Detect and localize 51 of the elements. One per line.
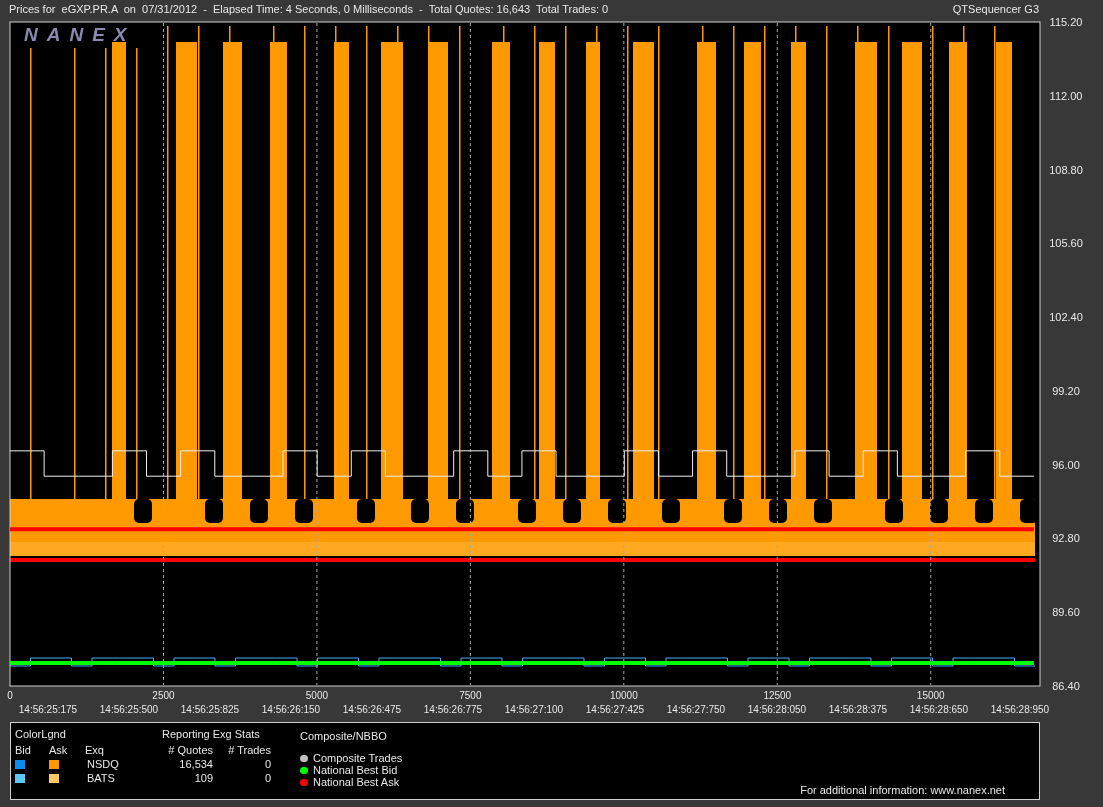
y-axis-label: 99.20 xyxy=(1052,384,1080,397)
footer-note: For additional information: www.nanex.net xyxy=(800,784,1005,796)
time-label: 14:56:28:650 xyxy=(909,704,969,715)
x-axis-label: 15000 xyxy=(916,690,945,701)
time-label: 14:56:25:825 xyxy=(180,704,240,715)
exchange-name: BATS xyxy=(86,772,116,784)
time-label: 14:56:27:425 xyxy=(585,704,645,715)
y-axis-label: 96.00 xyxy=(1052,458,1080,471)
column-header: Ask xyxy=(49,744,69,756)
column-header: # Quotes xyxy=(167,744,213,756)
stats-title: Reporting Exg Stats xyxy=(161,728,261,740)
y-axis-label: 115.20 xyxy=(1049,16,1083,28)
column-header: Exq xyxy=(85,744,105,756)
legend-label: National Best Ask xyxy=(313,776,400,788)
y-axis-label: 92.80 xyxy=(1052,532,1080,545)
legend-title: ColorLgnd xyxy=(15,728,67,740)
time-label: 14:56:26:150 xyxy=(261,704,321,715)
chart-logo: NANEX xyxy=(24,24,136,45)
y-axis-label: 86.40 xyxy=(1052,680,1080,692)
exchange-name: NSDQ xyxy=(86,758,120,770)
y-axis-label: 112.00 xyxy=(1049,89,1083,102)
x-axis-label: 0 xyxy=(7,690,13,701)
quote-count: 109 xyxy=(193,772,213,784)
trade-count: 0 xyxy=(263,772,271,784)
x-axis-label: 7500 xyxy=(459,690,482,701)
y-axis-label: 89.60 xyxy=(1052,606,1080,619)
quote-count: 16,534 xyxy=(178,758,213,770)
x-axis-label: 2500 xyxy=(152,690,175,701)
trade-count: 0 xyxy=(263,758,271,770)
chart-title: Prices for eGXP.PR.A on 07/31/2012 - Elapsed Time: 4 Seconds, 0 Milliseconds - Total Quotes: 16,643 Total Trades: 0 xyxy=(9,3,609,16)
time-label: 14:56:26:475 xyxy=(342,704,402,715)
x-axis-label: 10000 xyxy=(609,690,638,701)
time-label: 14:56:25:500 xyxy=(99,704,159,715)
legend-label: Composite Trades xyxy=(313,752,403,764)
y-axis-label: 102.40 xyxy=(1049,311,1083,324)
time-label: 14:56:28:950 xyxy=(990,704,1050,715)
time-label: 14:56:27:100 xyxy=(504,704,564,715)
x-axis-label: 5000 xyxy=(305,690,329,701)
time-label: 14:56:28:050 xyxy=(747,704,807,715)
time-label: 14:56:26:775 xyxy=(423,704,483,715)
y-axis-label: 108.80 xyxy=(1049,163,1083,176)
time-label: 14:56:25:175 xyxy=(18,704,78,715)
x-axis-label: 12500 xyxy=(763,690,792,701)
column-header: Bid xyxy=(15,744,32,756)
legend-label: National Best Bid xyxy=(313,764,398,776)
time-label: 14:56:27:750 xyxy=(666,704,726,715)
app-name: QTSequencer G3 xyxy=(952,3,1039,16)
column-header: # Trades xyxy=(227,744,271,756)
y-axis-label: 105.60 xyxy=(1049,237,1083,250)
nbbo-title: Composite/NBBO xyxy=(300,730,388,742)
time-label: 14:56:28:375 xyxy=(828,704,888,715)
